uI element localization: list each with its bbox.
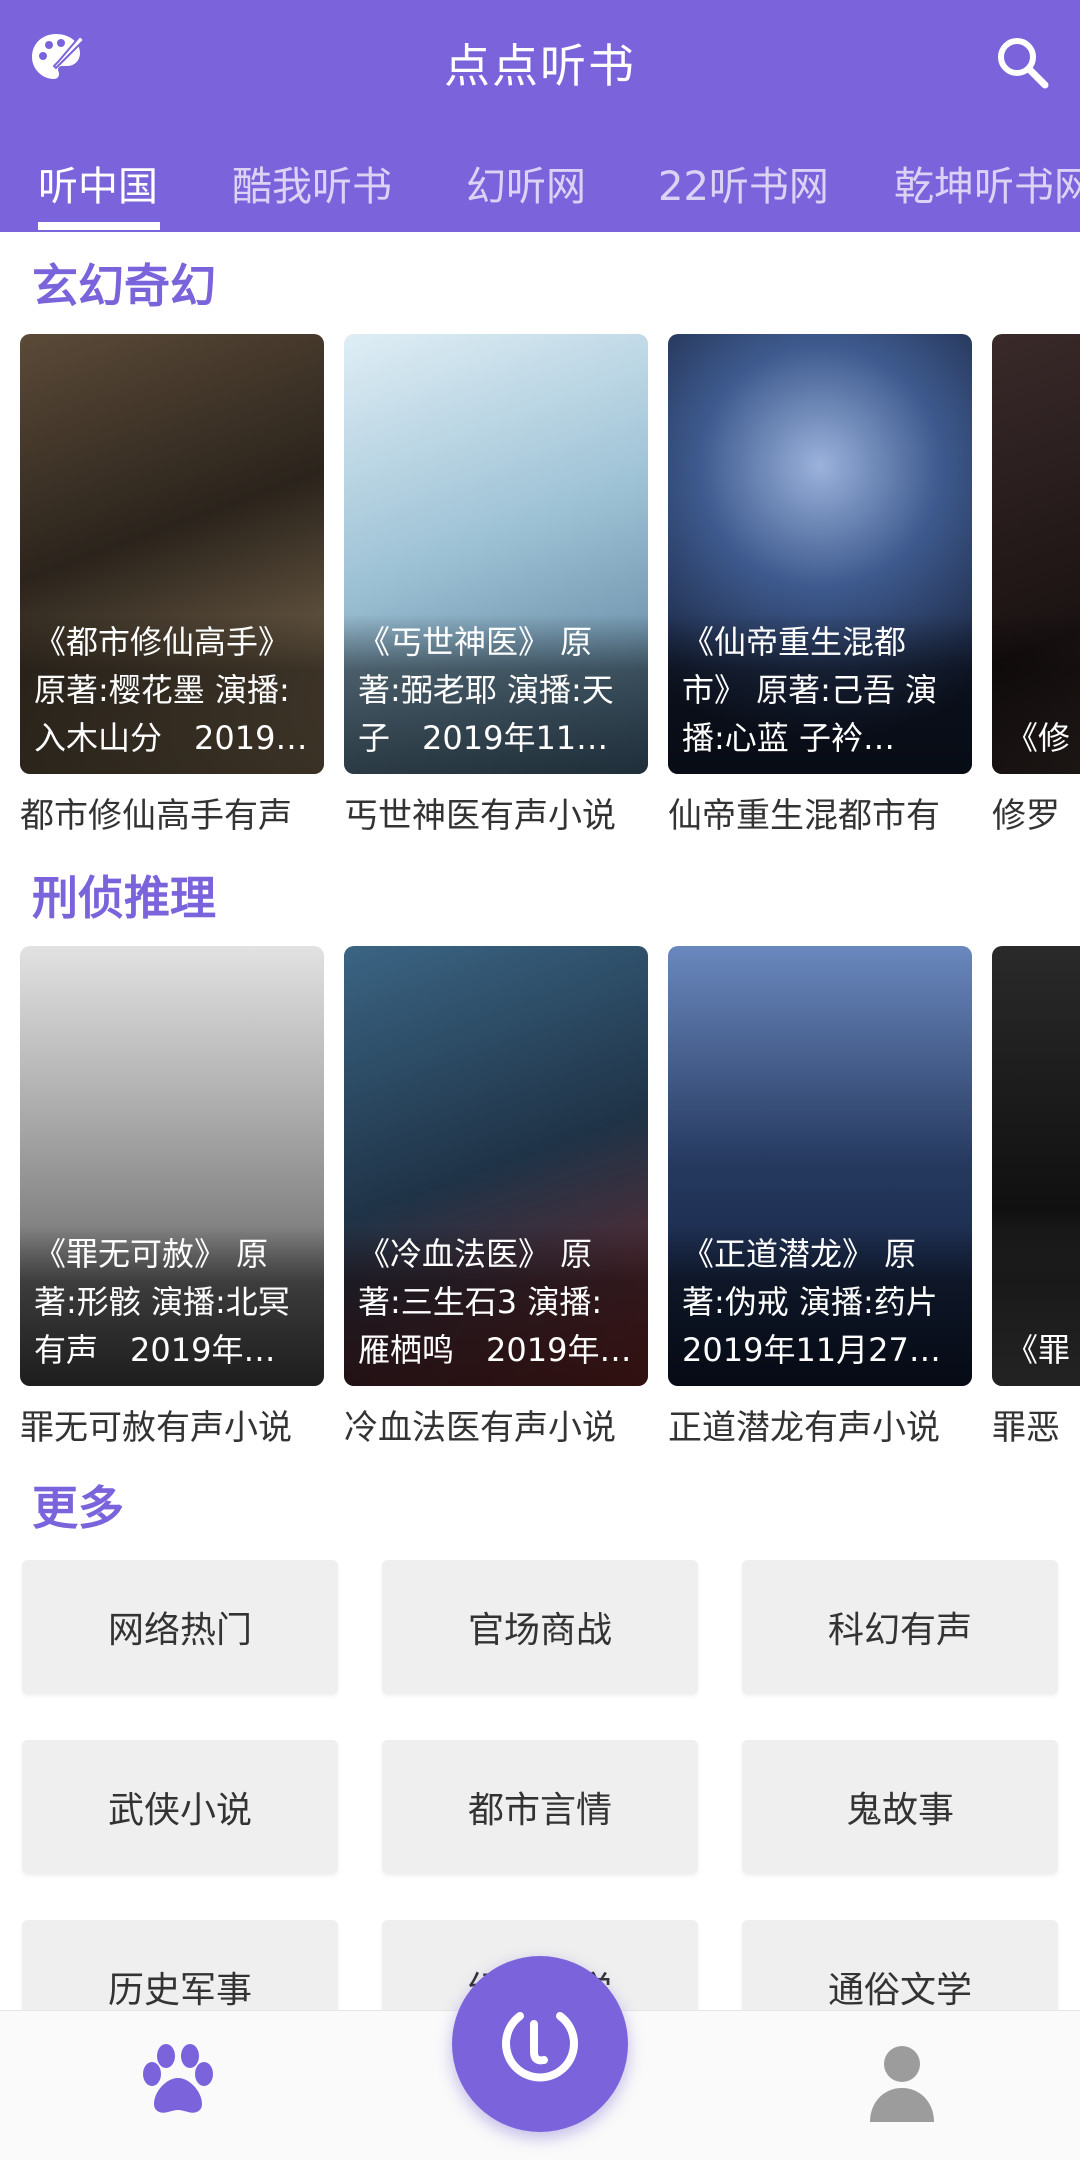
book-card[interactable]: 《罪 著:实 漠之 罪恶 [992,946,1080,1449]
source-tabs: 听中国 酷我听书 幻听网 22听书网 乾坤听书网 [0,150,1080,232]
book-card[interactable]: 《丐世神医》 原著:弼老耶 演播:天子 2019年11月… 丐世神医有声小说 [344,334,648,837]
book-desc: 《罪无可赦》 原著:形骸 演播:北冥有声 2019年11… [34,1235,290,1369]
book-name: 正道潜龙有声小说 [668,1408,940,1448]
category-button[interactable]: 网络热门 [22,1560,338,1694]
category-button[interactable]: 鬼故事 [742,1740,1058,1874]
book-cover[interactable]: 《罪无可赦》 原著:形骸 演播:北冥有声 2019年11… [20,946,324,1386]
tab-22tingshu[interactable]: 22听书网 [658,154,829,212]
book-name: 冷血法医有声小说 [344,1408,616,1448]
book-desc: 《丐世神医》 原著:弼老耶 演播:天子 2019年11月… [358,623,614,757]
app-title: 点点听书 [444,39,636,93]
book-cover[interactable]: 《正道潜龙》 原著:伪戒 演播:药片 2019年11月27日… [668,946,972,1386]
book-desc: 《冷血法医》 原著:三生石3 演播:雁栖鸣 2019年… [358,1235,632,1369]
book-cover[interactable]: 《都市修仙高手》 原著:樱花墨 演播:入木山分 2019… [20,334,324,774]
book-card[interactable]: 《仙帝重生混都市》 原著:己吾 演播:心蓝 子衿陌 … 仙帝重生混都市有 [668,334,972,837]
book-cover[interactable]: 《冷血法医》 原著:三生石3 演播:雁栖鸣 2019年… [344,946,648,1386]
book-name: 仙帝重生混都市有 [668,796,940,836]
book-cover[interactable]: 《罪 著:实 漠之 [992,946,1080,1386]
book-card[interactable]: 《都市修仙高手》 原著:樱花墨 演播:入木山分 2019… 都市修仙高手有声 [20,334,324,837]
category-button[interactable]: 武侠小说 [22,1740,338,1874]
book-name: 修罗 [992,796,1060,836]
book-card[interactable]: 《正道潜龙》 原著:伪戒 演播:药片 2019年11月27日… 正道潜龙有声小说 [668,946,972,1449]
category-button[interactable]: 科幻有声 [742,1560,1058,1694]
user-icon[interactable] [864,2040,940,2124]
book-name: 都市修仙高手有声 [20,796,292,836]
book-cover[interactable]: 《丐世神医》 原著:弼老耶 演播:天子 2019年11月… [344,334,648,774]
book-desc: 《修 著:实 播:相 [1006,719,1080,757]
book-card[interactable]: 《修 著:实 播:相 修罗 [992,334,1080,837]
category-button[interactable]: 官场商战 [382,1560,698,1694]
book-row: 《都市修仙高手》 原著:樱花墨 演播:入木山分 2019… 都市修仙高手有声 《… [0,334,1080,854]
book-desc: 《仙帝重生混都市》 原著:己吾 演播:心蓝 子衿陌 … [682,623,938,757]
search-icon[interactable] [994,34,1050,90]
tab-tingzhongguo[interactable]: 听中国 [38,154,158,212]
app-header: 点点听书 听中国 酷我听书 幻听网 22听书网 乾坤听书网 [0,0,1080,232]
book-card[interactable]: 《罪无可赦》 原著:形骸 演播:北冥有声 2019年11… 罪无可赦有声小说 [20,946,324,1449]
book-desc: 《正道潜龙》 原著:伪戒 演播:药片 2019年11月27日… [682,1235,938,1369]
book-name: 罪无可赦有声小说 [20,1408,292,1448]
paw-icon[interactable] [136,2038,220,2122]
book-row: 《罪无可赦》 原著:形骸 演播:北冥有声 2019年11… 罪无可赦有声小说 《… [0,946,1080,1466]
book-name: 罪恶 [992,1408,1060,1448]
book-cover[interactable]: 《仙帝重生混都市》 原著:己吾 演播:心蓝 子衿陌 … [668,334,972,774]
book-cover[interactable]: 《修 著:实 播:相 [992,334,1080,774]
tab-kuwo[interactable]: 酷我听书 [232,154,392,212]
more-title: 更多 [32,1481,124,1535]
book-desc: 《罪 著:实 漠之 [1006,1331,1080,1369]
category-button[interactable]: 都市言情 [382,1740,698,1874]
tab-qiankun[interactable]: 乾坤听书网 [894,154,1080,212]
book-name: 丐世神医有声小说 [344,796,616,836]
section-title: 刑侦推理 [32,871,216,925]
tab-indicator [38,222,160,230]
section-title: 玄幻奇幻 [32,259,216,313]
book-card[interactable]: 《冷血法医》 原著:三生石3 演播:雁栖鸣 2019年… 冷血法医有声小说 [344,946,648,1449]
player-icon [502,2012,578,2082]
book-desc: 《都市修仙高手》 原著:樱花墨 演播:入木山分 2019… [34,623,308,757]
player-button[interactable] [452,1956,628,2132]
tab-huanting[interactable]: 幻听网 [466,154,586,212]
